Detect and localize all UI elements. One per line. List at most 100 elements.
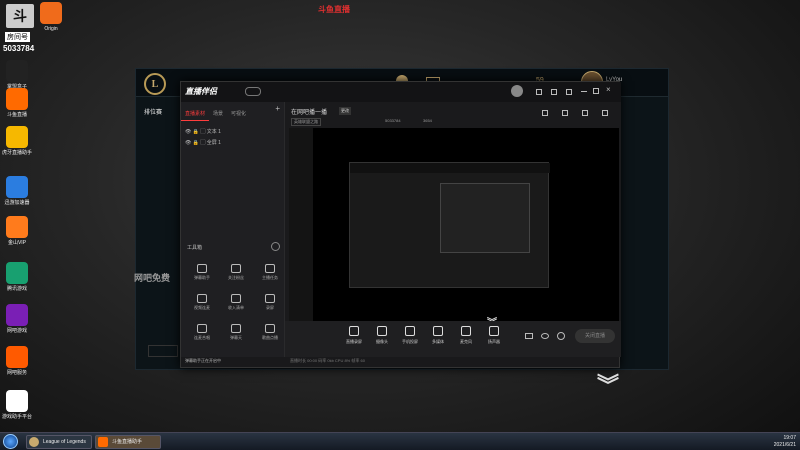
lol-chat-box[interactable] <box>148 345 178 357</box>
douyu-icon <box>6 88 28 110</box>
room-id: 5033784 <box>385 118 401 123</box>
desktop-icon-bar[interactable]: 网吧游戏 <box>2 304 32 334</box>
tool-icon <box>265 264 275 273</box>
tool-label: 视频连麦 <box>194 305 210 310</box>
toolbox-more-icon[interactable] <box>271 242 280 251</box>
task-league[interactable]: League of Legends <box>26 435 92 449</box>
desktop-icon-Origin[interactable]: Origin <box>36 2 66 32</box>
tool-label: 连麦合唱 <box>194 335 210 340</box>
tool-label: 主播任务 <box>262 275 278 280</box>
desktop-icon-tencent[interactable]: 腾讯游戏 <box>2 262 32 292</box>
tool-item[interactable]: 录屏 <box>257 294 283 311</box>
message-icon[interactable] <box>551 89 557 95</box>
dy-logo-icon: 斗 <box>6 4 34 28</box>
desktop-icon-vip[interactable]: 金山VIP <box>2 216 32 246</box>
room-edit-badge[interactable]: 更改 <box>339 107 351 115</box>
nested-header <box>350 163 550 173</box>
tool-item[interactable]: 弹幕助手 <box>189 264 215 281</box>
gear-icon[interactable] <box>557 332 565 340</box>
tab-materials[interactable]: 直播素材 <box>181 107 210 121</box>
control-icon <box>405 326 415 336</box>
tool-label: 收入清单 <box>228 305 244 310</box>
companion-title: 直播伴侣 <box>185 87 217 96</box>
control-button[interactable]: 麦克风 <box>453 326 479 345</box>
tab-visual[interactable]: 可视化 <box>227 107 250 120</box>
hupu-icon <box>6 126 28 148</box>
control-button[interactable]: 手机投屏 <box>397 326 423 345</box>
tool-item[interactable]: 主播任务 <box>257 264 283 281</box>
minimize-icon[interactable] <box>581 91 587 92</box>
control-button[interactable]: 直播录屏 <box>341 326 367 345</box>
tool-item[interactable]: 歌曲点播 <box>257 324 283 341</box>
stream-status: 直播时长 00:00 码率 0kb CPU 8% 帧率 60 <box>290 358 365 363</box>
desktop-icon-xunyou[interactable]: 迅游加速器 <box>2 176 32 206</box>
bottom-controls: 直播录屏 摄像头 手机投屏 多媒体 麦克风 扬声器 关闭直播 <box>285 321 621 357</box>
live-preview[interactable]: ︾ <box>289 128 619 338</box>
vip-icon <box>6 216 28 238</box>
control-label: 多媒体 <box>432 339 444 344</box>
desktop-icon-label: Origin <box>44 26 58 32</box>
desktop-icon-lol-box[interactable]: 掌盟盒子 <box>2 60 32 90</box>
footer-hint: 弹幕助手正在开启中 <box>185 358 221 363</box>
gift-icon[interactable] <box>562 110 568 116</box>
control-button[interactable]: 扬声器 <box>481 326 507 345</box>
desktop-icon-game-assist[interactable]: 游戏助手平台 <box>2 390 32 420</box>
control-label: 摄像头 <box>376 339 388 344</box>
league-logo-icon[interactable]: L <box>144 73 166 95</box>
companion-main: 在网吧播一播 更改 英雄联盟之路 5033784 3654 ︾ <box>285 102 621 357</box>
lol-nav-ranked[interactable]: 排位赛 <box>144 107 162 116</box>
task-douyu-helper[interactable]: 斗鱼直播助手 <box>95 435 161 449</box>
clock-time: 19:07 <box>783 435 796 441</box>
close-icon[interactable]: × <box>606 85 611 94</box>
tool-icon <box>197 264 207 273</box>
settings-icon[interactable] <box>566 89 572 95</box>
control-button[interactable]: 摄像头 <box>369 326 395 345</box>
desktop-icon-douyu[interactable]: 斗鱼直播 <box>2 88 32 118</box>
taskbar: League of Legends 斗鱼直播助手 19:07 2021/6/21 <box>0 432 800 450</box>
tool-icon <box>265 294 275 303</box>
tab-scenes[interactable]: 场景 <box>209 107 227 120</box>
desktop-icon-label: 腾讯游戏 <box>6 286 27 292</box>
desktop-icon-hupu[interactable]: 虎牙直播助手 <box>2 126 32 156</box>
tool-label: 录屏 <box>266 305 274 310</box>
control-icon <box>433 326 443 336</box>
camera-small-icon[interactable] <box>525 333 533 339</box>
tool-item[interactable]: 视频连麦 <box>189 294 215 311</box>
maximize-icon[interactable] <box>593 88 599 94</box>
skin-icon[interactable] <box>536 89 542 95</box>
tool-label: 关注粉丝 <box>228 275 244 280</box>
lol-side-text-1: 网吧免费 <box>134 273 171 283</box>
control-label: 扬声器 <box>488 339 500 344</box>
notify-icon[interactable] <box>582 110 588 116</box>
control-button[interactable]: 多媒体 <box>425 326 451 345</box>
link-icon[interactable] <box>602 110 608 116</box>
stop-stream-button[interactable]: 关闭直播 <box>575 329 615 343</box>
league-task-icon <box>29 437 39 447</box>
eye-icon[interactable] <box>541 333 549 339</box>
add-source-icon[interactable]: + <box>275 104 280 113</box>
source-tabs: 直播素材 场景 可视化 <box>181 102 284 121</box>
tool-item[interactable]: 弹幕天 <box>223 324 249 341</box>
version-badge <box>245 87 261 96</box>
user-avatar[interactable] <box>511 85 523 97</box>
category-tag[interactable]: 英雄联盟之路 <box>291 118 321 126</box>
toolbox-title: 工具箱 <box>187 245 203 251</box>
tool-item[interactable]: 连麦合唱 <box>189 324 215 341</box>
room-label: 房间号 <box>5 32 30 42</box>
desktop-icon-label: 斗鱼直播 <box>6 112 27 118</box>
source-item[interactable]: 👁 🔒 ▢ 文本 1 <box>181 127 284 138</box>
system-tray[interactable]: 19:07 2021/6/21 <box>774 435 796 449</box>
tool-label: 弹幕助手 <box>194 275 210 280</box>
chevron-down-icon: ︾ <box>597 373 620 398</box>
room-title: 在网吧播一播 <box>291 110 328 116</box>
tool-label: 歌曲点播 <box>262 335 278 340</box>
watermark: 斗鱼直播 <box>318 5 350 14</box>
source-item[interactable]: 👁 🔒 ▢ 全屏 1 <box>181 138 284 149</box>
game-assist-icon <box>6 390 28 412</box>
desktop-icon-netbar[interactable]: 网吧服务 <box>2 346 32 376</box>
start-button[interactable] <box>3 434 18 449</box>
desktop-icon-label: 虎牙直播助手 <box>2 150 33 156</box>
tool-item[interactable]: 关注粉丝 <box>223 264 249 281</box>
tool-item[interactable]: 收入清单 <box>223 294 249 311</box>
share-icon[interactable] <box>542 110 548 116</box>
